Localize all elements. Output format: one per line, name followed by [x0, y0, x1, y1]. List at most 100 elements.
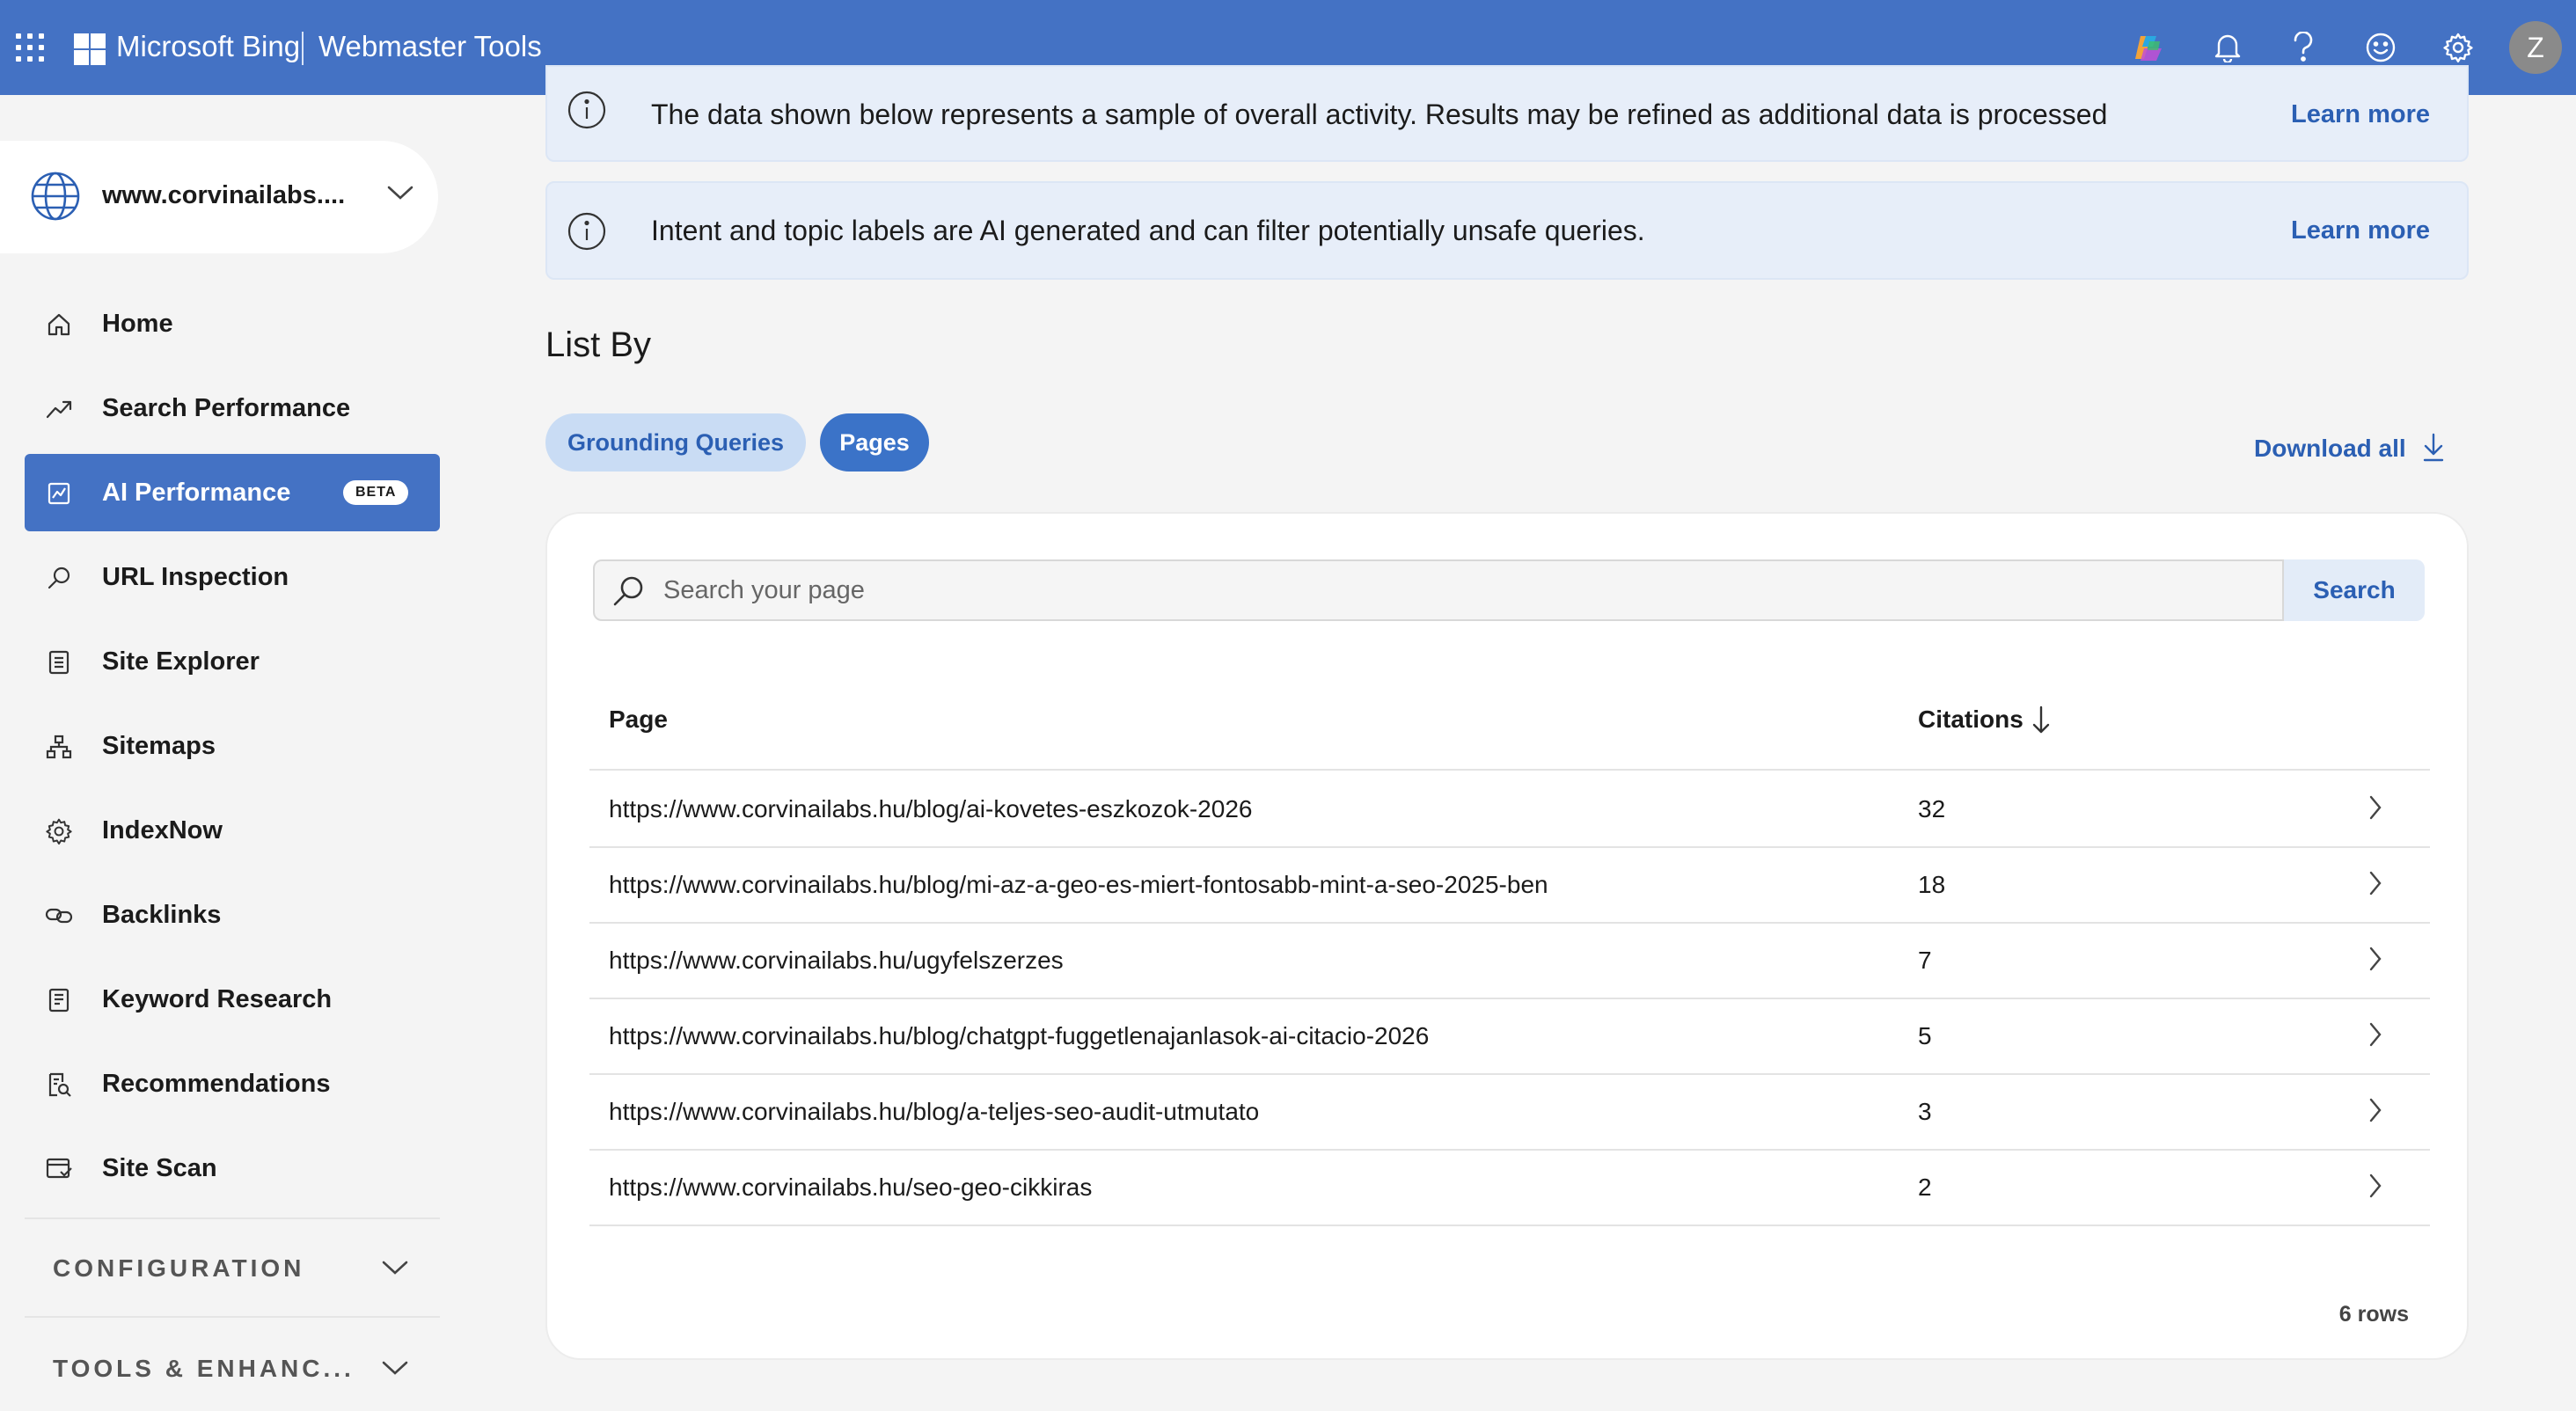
- citations-count: 18: [1918, 871, 1946, 898]
- chevron-right-icon[interactable]: [2367, 945, 2384, 977]
- sidebar-item-keyword-research[interactable]: Keyword Research: [25, 961, 440, 1038]
- row-divider: [589, 1225, 2430, 1226]
- globe-icon: [30, 171, 81, 226]
- chevron-right-icon[interactable]: [2367, 869, 2384, 902]
- sidebar-item-indexnow[interactable]: IndexNow: [25, 792, 440, 869]
- learn-more-link[interactable]: Learn more: [2291, 100, 2430, 129]
- chevron-right-icon[interactable]: [2367, 1020, 2384, 1053]
- sidebar-item-label: Sitemaps: [102, 731, 216, 760]
- brand-divider: [302, 32, 304, 65]
- avatar[interactable]: Z: [2509, 21, 2562, 74]
- table-row[interactable]: https://www.corvinailabs.hu/ugyfelszerze…: [589, 922, 2430, 998]
- banner-text: The data shown below represents a sample…: [651, 99, 2108, 130]
- column-header-citations[interactable]: Citations: [1918, 706, 2023, 734]
- citations-count: 32: [1918, 795, 1946, 822]
- citations-count: 3: [1918, 1098, 1932, 1125]
- chevron-right-icon[interactable]: [2367, 1172, 2384, 1204]
- chevron-right-icon[interactable]: [2367, 1096, 2384, 1129]
- document-list-icon: [44, 647, 74, 677]
- sidebar-item-recommendations[interactable]: Recommendations: [25, 1045, 440, 1122]
- tab-pages[interactable]: Pages: [820, 413, 929, 472]
- citations-count: 7: [1918, 947, 1932, 974]
- brand-name[interactable]: Microsoft Bing: [116, 30, 300, 63]
- page-url: https://www.corvinailabs.hu/ugyfelszerze…: [609, 947, 1064, 974]
- sidebar-divider: [25, 1316, 440, 1318]
- table-row[interactable]: https://www.corvinailabs.hu/blog/a-telje…: [589, 1073, 2430, 1149]
- search-box[interactable]: [593, 559, 2284, 621]
- recommendation-icon: [44, 1070, 74, 1100]
- sort-descending-icon[interactable]: [2031, 704, 2052, 740]
- sidebar-item-ai-performance[interactable]: AI Performance BETA: [25, 454, 440, 531]
- citations-count: 2: [1918, 1173, 1932, 1201]
- chart-icon: [44, 479, 74, 508]
- microsoft-logo-icon: [74, 33, 106, 65]
- row-count: 6 rows: [2338, 1302, 2409, 1327]
- list-by-heading: List By: [545, 325, 652, 364]
- page-url: https://www.corvinailabs.hu/blog/a-telje…: [609, 1098, 1260, 1125]
- sidebar-item-label: URL Inspection: [102, 562, 289, 591]
- bell-icon[interactable]: [2210, 30, 2245, 65]
- document-icon: [44, 985, 74, 1015]
- citations-count: 5: [1918, 1022, 1932, 1049]
- app-launcher-icon[interactable]: [16, 33, 44, 62]
- section-configuration[interactable]: CONFIGURATION: [53, 1254, 304, 1283]
- sidebar-item-url-inspection[interactable]: URL Inspection: [25, 538, 440, 616]
- search-input[interactable]: [663, 570, 2247, 610]
- sidebar-divider: [25, 1217, 440, 1219]
- product-name[interactable]: Webmaster Tools: [318, 30, 542, 63]
- page-url: https://www.corvinailabs.hu/blog/mi-az-a…: [609, 871, 1548, 898]
- search-icon: [611, 574, 646, 613]
- magnifier-icon: [44, 563, 74, 593]
- sidebar-item-label: Site Explorer: [102, 647, 260, 676]
- scan-icon: [44, 1154, 74, 1184]
- download-all-button[interactable]: Download all: [2254, 435, 2406, 463]
- sidebar-item-label: Search Performance: [102, 393, 351, 422]
- site-selector[interactable]: www.corvinailabs....: [0, 141, 438, 253]
- column-header-page[interactable]: Page: [609, 706, 668, 734]
- table-row[interactable]: https://www.corvinailabs.hu/seo-geo-cikk…: [589, 1149, 2430, 1225]
- gear-icon[interactable]: [2441, 30, 2476, 65]
- chevron-down-icon[interactable]: [380, 1258, 410, 1282]
- search-button[interactable]: Search: [2284, 559, 2425, 621]
- learn-more-link[interactable]: Learn more: [2291, 216, 2430, 245]
- copilot-icon[interactable]: [2131, 30, 2166, 65]
- sidebar-item-home[interactable]: Home: [25, 285, 440, 362]
- sitemap-icon: [44, 732, 74, 762]
- home-icon: [44, 310, 74, 340]
- table-row[interactable]: https://www.corvinailabs.hu/blog/mi-az-a…: [589, 846, 2430, 922]
- beta-badge: BETA: [343, 480, 409, 505]
- sidebar-item-label: AI Performance: [102, 478, 291, 507]
- table-row[interactable]: https://www.corvinailabs.hu/blog/ai-kove…: [589, 771, 2430, 846]
- sidebar-item-label: Backlinks: [102, 900, 222, 929]
- sidebar-item-backlinks[interactable]: Backlinks: [25, 876, 440, 954]
- tab-grounding-queries[interactable]: Grounding Queries: [545, 413, 806, 472]
- sidebar-item-sitemaps[interactable]: Sitemaps: [25, 707, 440, 785]
- sidebar-item-label: Site Scan: [102, 1153, 217, 1182]
- info-icon: [567, 90, 607, 135]
- sidebar-nav: Home Search Performance AI Performance B…: [25, 285, 440, 1214]
- chevron-down-icon[interactable]: [380, 1358, 410, 1382]
- pages-card: Search Page Citations https://www.corvin…: [545, 512, 2469, 1360]
- feedback-smiley-icon[interactable]: [2363, 30, 2398, 65]
- page-url: https://www.corvinailabs.hu/blog/ai-kove…: [609, 795, 1253, 822]
- help-icon[interactable]: [2286, 30, 2321, 65]
- sidebar-item-label: IndexNow: [102, 815, 223, 844]
- section-tools-enhancements[interactable]: TOOLS & ENHANC...: [53, 1355, 355, 1383]
- download-icon[interactable]: [2421, 431, 2446, 467]
- sidebar-item-label: Home: [102, 309, 173, 338]
- site-name: www.corvinailabs....: [102, 181, 346, 209]
- info-banner: The data shown below represents a sample…: [545, 65, 2469, 162]
- page-url: https://www.corvinailabs.hu/blog/chatgpt…: [609, 1022, 1430, 1049]
- info-icon: [567, 211, 607, 256]
- sidebar-item-site-scan[interactable]: Site Scan: [25, 1130, 440, 1207]
- sidebar-item-search-performance[interactable]: Search Performance: [25, 369, 440, 447]
- gear-icon: [44, 816, 74, 846]
- sidebar-item-label: Recommendations: [102, 1069, 331, 1098]
- sidebar-item-site-explorer[interactable]: Site Explorer: [25, 623, 440, 700]
- chevron-right-icon[interactable]: [2367, 793, 2384, 826]
- page-url: https://www.corvinailabs.hu/seo-geo-cikk…: [609, 1173, 1093, 1201]
- table-row[interactable]: https://www.corvinailabs.hu/blog/chatgpt…: [589, 998, 2430, 1073]
- info-banner: Intent and topic labels are AI generated…: [545, 181, 2469, 280]
- trend-icon: [44, 394, 74, 424]
- chevron-down-icon[interactable]: [385, 183, 415, 207]
